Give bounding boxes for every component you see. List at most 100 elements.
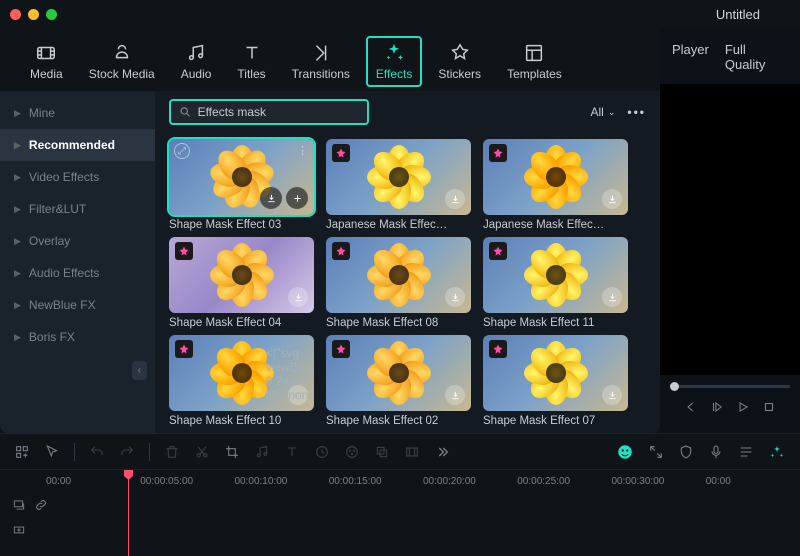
sparkle-icon[interactable] [768, 443, 786, 461]
tab-media[interactable]: Media [20, 36, 73, 87]
tab-titles[interactable]: Titles [227, 36, 275, 87]
download-icon[interactable] [602, 287, 622, 307]
close-window[interactable] [10, 9, 21, 20]
timestamp: 00:00:20:00 [423, 476, 517, 487]
effect-thumbnail[interactable]: ⤢ ⋮ [169, 139, 314, 215]
download-icon[interactable] [602, 189, 622, 209]
add-icon[interactable] [286, 187, 308, 209]
tab-audio[interactable]: Audio [171, 36, 222, 87]
filter-dropdown[interactable]: All⌄ [591, 105, 616, 119]
maximize-window[interactable] [46, 9, 57, 20]
effect-card[interactable]: Shape Mask Effect 07 [483, 335, 628, 427]
download-icon[interactable] [445, 189, 465, 209]
effect-card[interactable]: Shape Mask Effect 04 [169, 237, 314, 329]
tab-stickers[interactable]: Stickers [428, 36, 491, 87]
crop-icon[interactable] [224, 444, 240, 460]
sidebar-item-boris-fx[interactable]: ▶Boris FX [0, 321, 155, 353]
effect-thumbnail[interactable]: <["svg viewBox="0 0 24 24" fill="none" s… [169, 335, 314, 411]
speed-icon[interactable] [314, 444, 330, 460]
quality-tab[interactable]: Full Quality [725, 42, 788, 72]
document-title: Untitled [716, 7, 760, 22]
minimize-window[interactable] [28, 9, 39, 20]
effect-thumbnail[interactable] [483, 237, 628, 313]
sidebar-item-newblue-fx[interactable]: ▶NewBlue FX [0, 289, 155, 321]
effect-thumbnail[interactable] [483, 139, 628, 215]
more-tools-icon[interactable] [434, 444, 450, 460]
effect-label: Shape Mask Effect 03 [169, 219, 314, 231]
search-icon [179, 105, 192, 119]
download-icon[interactable] [260, 187, 282, 209]
play-icon[interactable] [736, 400, 750, 417]
link-icon[interactable] [34, 498, 48, 515]
sidebar-item-overlay[interactable]: ▶Overlay [0, 225, 155, 257]
cut-icon[interactable] [194, 444, 210, 460]
tab-effects[interactable]: Effects [366, 36, 422, 87]
more-options[interactable]: ••• [627, 105, 646, 119]
effect-label: Shape Mask Effect 08 [326, 317, 471, 329]
download-icon[interactable] [445, 385, 465, 405]
pointer-icon[interactable] [44, 444, 60, 460]
tab-templates[interactable]: Templates [497, 36, 572, 87]
search-box[interactable] [169, 99, 369, 125]
premium-badge-icon [175, 242, 193, 260]
scrub-bar[interactable] [660, 381, 800, 392]
sidebar-item-filter-lut[interactable]: ▶Filter&LUT [0, 193, 155, 225]
prev-frame-icon[interactable] [684, 400, 698, 417]
apps-icon[interactable] [14, 444, 30, 460]
premium-badge-icon [489, 340, 507, 358]
time-ruler[interactable]: 00:00 00:00:05:00 00:00:10:00 00:00:15:0… [0, 470, 800, 492]
remove-icon[interactable]: ⤢ [174, 143, 190, 159]
effect-thumbnail[interactable] [326, 139, 471, 215]
ai-assistant-icon[interactable] [616, 443, 634, 461]
shield-icon[interactable] [678, 444, 694, 460]
redo-icon[interactable] [119, 444, 135, 460]
effect-card[interactable]: ⤢ ⋮ Shape Mask Effect 03 [169, 139, 314, 231]
chevron-right-icon: ▶ [14, 236, 21, 247]
effect-card[interactable]: Shape Mask Effect 02 [326, 335, 471, 427]
play-forward-icon[interactable] [710, 400, 724, 417]
text-icon[interactable] [284, 444, 300, 460]
download-icon[interactable] [288, 287, 308, 307]
effect-thumbnail[interactable] [169, 237, 314, 313]
sidebar-item-audio-effects[interactable]: ▶Audio Effects [0, 257, 155, 289]
effect-card[interactable]: Shape Mask Effect 11 [483, 237, 628, 329]
effect-label: Shape Mask Effect 10 [169, 415, 314, 427]
color-icon[interactable] [344, 444, 360, 460]
playhead[interactable] [128, 470, 129, 556]
music-note-icon[interactable] [254, 444, 270, 460]
undo-icon[interactable] [89, 444, 105, 460]
tab-stock-media[interactable]: Stock Media [79, 36, 165, 87]
effect-label: Japanese Mask Effec… [326, 219, 471, 231]
effect-card[interactable]: <["svg viewBox="0 0 24 24" fill="none" s… [169, 335, 314, 427]
effect-card[interactable]: Japanese Mask Effec… [326, 139, 471, 231]
download-icon[interactable] [602, 385, 622, 405]
effect-thumbnail[interactable] [326, 335, 471, 411]
card-menu-icon[interactable]: ⋮ [297, 144, 308, 157]
effect-thumbnail[interactable] [483, 335, 628, 411]
add-track-icon[interactable] [12, 523, 26, 540]
collapse-sidebar[interactable]: ‹ [132, 361, 147, 380]
timeline: 00:00 00:00:05:00 00:00:10:00 00:00:15:0… [0, 469, 800, 555]
timestamp: 00:00:05:00 [140, 476, 234, 487]
list-icon[interactable] [738, 444, 754, 460]
sidebar-item-mine[interactable]: ▶Mine [0, 97, 155, 129]
effect-thumbnail[interactable] [326, 237, 471, 313]
sidebar-item-recommended[interactable]: ▶Recommended [0, 129, 155, 161]
sidebar-item-video-effects[interactable]: ▶Video Effects [0, 161, 155, 193]
window-controls [10, 9, 57, 20]
search-input[interactable] [198, 105, 359, 119]
player-tab[interactable]: Player [672, 42, 709, 72]
download-icon[interactable] [445, 287, 465, 307]
expand-icon[interactable] [648, 444, 664, 460]
aspect-icon[interactable] [404, 444, 420, 460]
premium-badge-icon [332, 242, 350, 260]
tab-transitions[interactable]: Transitions [282, 36, 360, 87]
download-icon[interactable]: <["svg viewBox="0 0 24 24" fill="none" s… [288, 385, 308, 405]
layers-icon[interactable] [374, 444, 390, 460]
track-layers-icon[interactable] [12, 498, 26, 515]
delete-icon[interactable] [164, 444, 180, 460]
stop-icon[interactable] [762, 400, 776, 417]
microphone-icon[interactable] [708, 444, 724, 460]
effect-card[interactable]: Japanese Mask Effec… [483, 139, 628, 231]
effect-card[interactable]: Shape Mask Effect 08 [326, 237, 471, 329]
